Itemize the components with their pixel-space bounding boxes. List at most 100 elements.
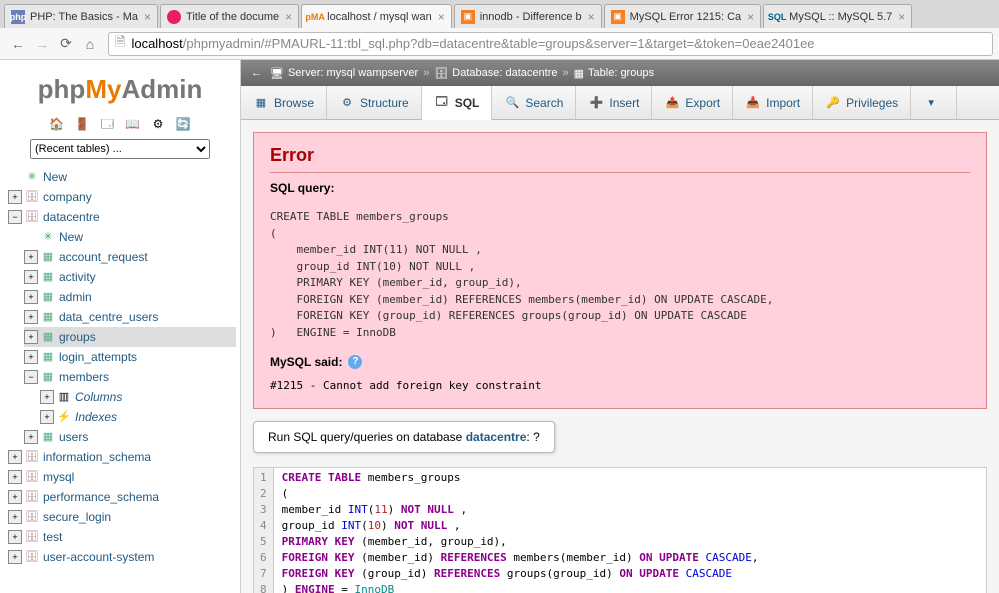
tree-indexes[interactable]: +⚡Indexes (40, 407, 236, 427)
help-icon[interactable]: ? (348, 355, 362, 369)
pma-logo: phpMyAdmin (4, 74, 236, 105)
sql-panel: Run SQL query/queries on database datace… (253, 421, 987, 593)
expand-icon[interactable]: + (8, 190, 22, 204)
tree-table-users[interactable]: +▦users (24, 427, 236, 447)
docs-icon[interactable]: 📖 (125, 117, 141, 133)
tree-db-user-account-system[interactable]: +🗄user-account-system (8, 547, 236, 567)
tree-db-information_schema[interactable]: +🗄information_schema (8, 447, 236, 467)
browse-icon: ▦ (253, 95, 269, 111)
close-icon[interactable]: × (438, 10, 445, 24)
more-icon: ▾ (923, 95, 939, 111)
editor-code[interactable]: CREATE TABLE members_groups( member_id I… (274, 468, 767, 593)
nav-tab-sql[interactable]: 🗔SQL (422, 86, 493, 120)
nav-back-button[interactable]: ← (6, 32, 30, 56)
browser-tab[interactable]: SQLMySQL :: MySQL 5.7× (763, 4, 912, 28)
collapse-icon[interactable]: − (8, 210, 22, 224)
table-icon: ▦ (40, 430, 56, 444)
tree-table-account_request[interactable]: +▦account_request (24, 247, 236, 267)
database-icon: 🗄 (434, 67, 448, 80)
home-icon[interactable]: 🏠 (49, 117, 65, 133)
table-icon: ▦ (40, 350, 56, 364)
tree-table-groups[interactable]: +▦groups (24, 327, 236, 347)
sql-editor[interactable]: 12345678 CREATE TABLE members_groups( me… (253, 467, 987, 593)
close-icon[interactable]: × (285, 10, 292, 24)
nav-tab-search[interactable]: 🔍Search (492, 86, 576, 119)
browser-tab[interactable]: pMAlocalhost / mysql wan× (301, 4, 452, 28)
browser-tab[interactable]: ▣MySQL Error 1215: Ca× (604, 4, 761, 28)
url-bar[interactable]: 🗎 localhost/phpmyadmin/#PMAURL-11:tbl_sq… (108, 32, 993, 56)
export-icon: 📤 (664, 95, 680, 111)
tree-db-test[interactable]: +🗄test (8, 527, 236, 547)
favicon-icon: ▣ (611, 10, 625, 24)
sql-icon: 🗔 (434, 95, 450, 111)
tree-new-db[interactable]: ✳New (8, 167, 236, 187)
tree-db-company[interactable]: +🗄company (8, 187, 236, 207)
settings-icon[interactable]: ⚙ (150, 117, 166, 133)
sql-panel-header[interactable]: Run SQL query/queries on database datace… (253, 421, 555, 453)
tree-table-data_centre_users[interactable]: +▦data_centre_users (24, 307, 236, 327)
nav-tab-import[interactable]: 📥Import (733, 86, 813, 119)
tab-title: PHP: The Basics - Ma (30, 11, 138, 23)
nav-tab-more[interactable]: ▾ (911, 86, 957, 119)
tab-title: innodb - Difference b (480, 11, 582, 23)
reload-icon[interactable]: 🔄 (175, 117, 191, 133)
tree-db-secure_login[interactable]: +🗄secure_login (8, 507, 236, 527)
tree-db-mysql[interactable]: +🗄mysql (8, 467, 236, 487)
table-icon: ▦ (40, 270, 56, 284)
tree-db-datacentre[interactable]: −🗄datacentre (8, 207, 236, 227)
tree-table-admin[interactable]: +▦admin (24, 287, 236, 307)
nav-tab-structure[interactable]: ⚙Structure (327, 86, 422, 119)
nav-tab-browse[interactable]: ▦Browse (241, 86, 327, 119)
db-tree: ✳New +🗄company −🗄datacentre ✳New +▦accou… (4, 167, 236, 567)
mysql-said-label: MySQL said: ? (270, 355, 970, 369)
close-icon[interactable]: × (898, 10, 905, 24)
favicon-icon: php (11, 10, 25, 24)
browser-tab[interactable]: php PHP: The Basics - Ma × (4, 4, 158, 28)
tree-table-activity[interactable]: +▦activity (24, 267, 236, 287)
tree-table-login_attempts[interactable]: +▦login_attempts (24, 347, 236, 367)
columns-icon: ▥ (56, 390, 72, 404)
close-icon[interactable]: × (144, 10, 151, 24)
recent-tables-select[interactable]: (Recent tables) ... (30, 139, 210, 159)
privileges-icon: 🔑 (825, 95, 841, 111)
nav-reload-button[interactable]: ⟳ (54, 32, 78, 56)
breadcrumb-toggle[interactable]: ← (251, 67, 262, 79)
nav-forward-button[interactable]: → (30, 32, 54, 56)
content-area: ← 🖥 Server: mysql wampserver » 🗄 Databas… (241, 60, 999, 593)
collapse-icon[interactable]: − (24, 370, 38, 384)
table-icon: ▦ (40, 310, 56, 324)
tree-table-members[interactable]: −▦members (24, 367, 236, 387)
editor-gutter: 12345678 (254, 468, 274, 593)
breadcrumb-table[interactable]: groups (620, 67, 654, 79)
error-message: #1215 - Cannot add foreign key constrain… (270, 379, 970, 392)
breadcrumb-database[interactable]: datacentre (506, 67, 558, 79)
sidebar: phpMyAdmin 🏠 🚪 🗔 📖 ⚙ 🔄 (Recent tables) .… (0, 60, 241, 593)
tree-columns[interactable]: +▥Columns (40, 387, 236, 407)
logout-icon[interactable]: 🚪 (74, 117, 90, 133)
breadcrumb-server[interactable]: mysql wampserver (327, 67, 419, 79)
favicon-icon: pMA (308, 10, 322, 24)
browser-tab[interactable]: Title of the docume× (160, 4, 299, 28)
favicon-icon: ▣ (461, 10, 475, 24)
nav-tab-insert[interactable]: ➕Insert (576, 86, 652, 119)
index-icon: ⚡ (56, 410, 72, 424)
nav-tab-export[interactable]: 📤Export (652, 86, 733, 119)
close-icon[interactable]: × (747, 10, 754, 24)
browser-tab[interactable]: ▣ innodb - Difference b × (454, 4, 602, 28)
tree-new-table[interactable]: ✳New (24, 227, 236, 247)
table-icon: ▦ (40, 370, 56, 384)
sql-icon[interactable]: 🗔 (99, 115, 115, 131)
database-icon: 🗄 (24, 490, 40, 504)
structure-icon: ⚙ (339, 95, 355, 111)
page-icon: 🗎 (115, 33, 125, 55)
nav-home-button[interactable]: ⌂ (78, 32, 102, 56)
tree-db-performance_schema[interactable]: +🗄performance_schema (8, 487, 236, 507)
nav-tab-privileges[interactable]: 🔑Privileges (813, 86, 911, 119)
sql-query-label: SQL query: (270, 181, 970, 195)
database-icon: 🗄 (24, 470, 40, 484)
error-sql-text: CREATE TABLE members_groups ( member_id … (270, 209, 970, 341)
insert-icon: ➕ (588, 95, 604, 111)
help-icon[interactable]: ? (533, 430, 540, 444)
close-icon[interactable]: × (588, 10, 595, 24)
search-icon: 🔍 (504, 95, 520, 111)
